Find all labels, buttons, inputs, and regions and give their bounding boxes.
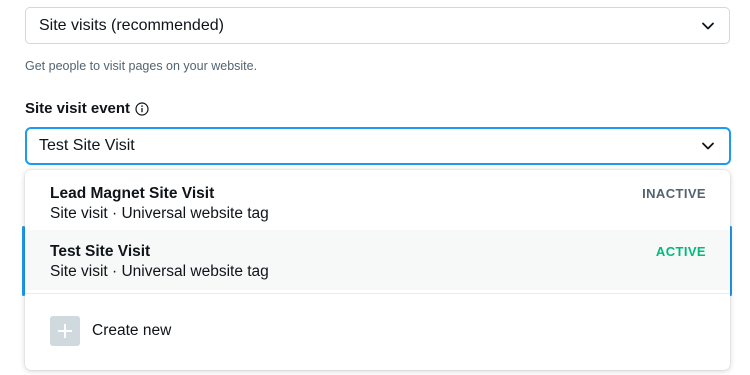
dropdown-option-lead-magnet[interactable]: Lead Magnet Site Visit Site visit · Univ…	[25, 172, 730, 232]
option-title: Lead Magnet Site Visit	[50, 185, 215, 202]
dropdown-option-test-site-visit[interactable]: Test Site Visit Site visit · Universal w…	[25, 230, 730, 290]
site-visit-event-dropdown: Lead Magnet Site Visit Site visit · Univ…	[25, 170, 730, 370]
objective-select[interactable]: Site visits (recommended)	[25, 7, 730, 44]
create-new-button[interactable]: Create new	[50, 316, 171, 346]
site-visit-event-label-text: Site visit event	[25, 100, 131, 117]
objective-select-value: Site visits (recommended)	[39, 16, 224, 34]
info-icon[interactable]	[135, 101, 149, 116]
site-visit-event-select-value: Test Site Visit	[39, 137, 135, 154]
option-subtitle: Site visit · Universal website tag	[50, 263, 269, 280]
option-subtitle: Site visit · Universal website tag	[50, 205, 269, 222]
dropdown-divider	[25, 293, 730, 294]
chevron-down-icon	[702, 142, 714, 150]
site-visit-event-select[interactable]: Test Site Visit	[25, 127, 731, 165]
status-badge: ACTIVE	[655, 244, 706, 259]
site-visit-event-label: Site visit event	[25, 100, 149, 117]
create-new-label: Create new	[92, 322, 172, 339]
option-title: Test Site Visit	[50, 243, 151, 260]
plus-icon	[50, 316, 80, 346]
objective-helper-text: Get people to visit pages on your websit…	[25, 59, 258, 73]
campaign-form: Site visits (recommended) Get people to …	[0, 0, 750, 375]
status-badge: INACTIVE	[642, 186, 706, 201]
chevron-down-icon	[702, 22, 714, 29]
